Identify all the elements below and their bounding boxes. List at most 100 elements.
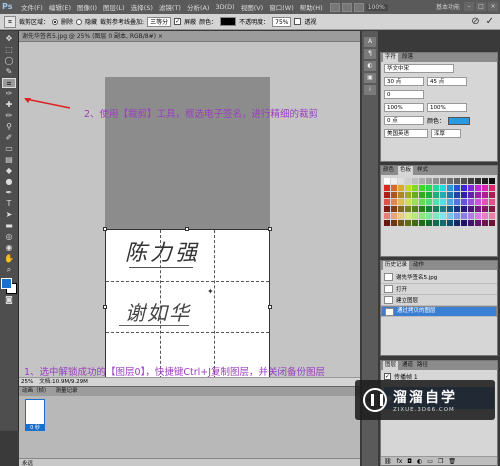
tab-history[interactable]: 历史记录 — [383, 261, 410, 270]
tab-styles[interactable]: 样式 — [417, 166, 428, 175]
menu-edit[interactable]: 编辑(E) — [46, 2, 74, 12]
shield-checkbox[interactable]: ✓ — [174, 18, 182, 25]
para-panel-icon[interactable]: ¶ — [364, 49, 376, 59]
menu-analysis[interactable]: 分析(A) — [184, 2, 213, 12]
swatch-cell[interactable] — [391, 192, 397, 198]
swatch-cell[interactable] — [482, 178, 488, 184]
hide-radio[interactable] — [76, 18, 83, 25]
move-icon[interactable]: ✥ — [2, 34, 16, 44]
text-color-swatch[interactable] — [448, 116, 471, 125]
tab-measurement[interactable]: 测量记录 — [56, 387, 78, 396]
swatch-cell[interactable] — [468, 192, 474, 198]
swatch-cell[interactable] — [391, 206, 397, 212]
3d-camera-icon[interactable]: ◉ — [2, 243, 16, 253]
horizontal-scale-input[interactable]: 100% — [427, 103, 467, 112]
swatch-cell[interactable] — [398, 199, 404, 205]
swatch-cell[interactable] — [475, 220, 481, 226]
mini-bridge-icon[interactable] — [341, 2, 352, 12]
swatch-cell[interactable] — [433, 206, 439, 212]
perspective-checkbox[interactable] — [294, 18, 302, 25]
swatch-cell[interactable] — [405, 192, 411, 198]
brush-icon[interactable]: ✏ — [2, 111, 16, 121]
swatch-cell[interactable] — [398, 206, 404, 212]
swatch-cell[interactable] — [468, 185, 474, 191]
swatch-cell[interactable] — [419, 206, 425, 212]
swatch-cell[interactable] — [426, 220, 432, 226]
crop-handle-r[interactable] — [268, 305, 272, 309]
delete-radio[interactable] — [52, 18, 59, 25]
propagate-checkbox[interactable]: ✓ — [384, 373, 391, 380]
quick-mask-icon[interactable]: ◙ — [2, 295, 16, 305]
new-layer-icon[interactable]: ❐ — [438, 457, 443, 465]
swatch-cell[interactable] — [461, 206, 467, 212]
swatch-cell[interactable] — [384, 213, 390, 219]
bridge-icon[interactable] — [329, 2, 340, 12]
menu-filter[interactable]: 滤镜(T) — [156, 2, 184, 12]
history-item-selected[interactable]: 通过拷贝的图层 — [381, 306, 497, 317]
swatch-cell[interactable] — [398, 213, 404, 219]
shape-icon[interactable]: ▬ — [2, 221, 16, 231]
mask-panel-icon[interactable]: ▣ — [364, 73, 376, 83]
zoom-tool-icon[interactable]: ⌕ — [2, 265, 16, 275]
swatch-cell[interactable] — [447, 220, 453, 226]
swatch-cell[interactable] — [384, 178, 390, 184]
swatch-cell[interactable] — [454, 220, 460, 226]
swatch-cell[interactable] — [447, 185, 453, 191]
foreground-color[interactable] — [1, 278, 12, 289]
guide-overlay-select[interactable]: 三等分 — [147, 16, 172, 27]
swatch-cell[interactable] — [433, 178, 439, 184]
swatch-cell[interactable] — [482, 192, 488, 198]
menu-view[interactable]: 视图(V) — [238, 2, 267, 12]
swatch-cell[interactable] — [475, 192, 481, 198]
link-icon[interactable]: ⛓ — [384, 457, 392, 465]
swatch-cell[interactable] — [454, 213, 460, 219]
tab-paragraph[interactable]: 段落 — [402, 53, 413, 62]
swatch-cell[interactable] — [489, 192, 495, 198]
swatch-cell[interactable] — [412, 220, 418, 226]
quick-select-icon[interactable]: ✎ — [2, 67, 16, 77]
animation-frame[interactable] — [25, 399, 45, 425]
close-button[interactable]: × — [488, 2, 498, 11]
swatch-cell[interactable] — [419, 192, 425, 198]
swatch-cell[interactable] — [412, 192, 418, 198]
swatch-cell[interactable] — [489, 199, 495, 205]
zoom-level[interactable]: 100% — [365, 3, 388, 11]
swatch-cell[interactable] — [461, 213, 467, 219]
swatch-cell[interactable] — [468, 199, 474, 205]
vertical-scale-input[interactable]: 100% — [384, 103, 424, 112]
swatch-cell[interactable] — [454, 206, 460, 212]
swatch-cell[interactable] — [384, 185, 390, 191]
crop-box[interactable] — [103, 227, 272, 387]
swatch-cell[interactable] — [440, 192, 446, 198]
tab-layers[interactable]: 图层 — [383, 361, 399, 370]
swatch-cell[interactable] — [447, 192, 453, 198]
char-panel-icon[interactable]: A — [364, 37, 376, 47]
swatch-cell[interactable] — [412, 185, 418, 191]
crop-handle-tr[interactable] — [268, 227, 272, 231]
swatch-cell[interactable] — [384, 192, 390, 198]
swatch-cell[interactable] — [482, 220, 488, 226]
dodge-icon[interactable]: ● — [2, 177, 16, 187]
color-swatches[interactable] — [1, 278, 17, 294]
document-tab[interactable]: 谢先华签名5.jpg @ 25% (图层 0 副本, RGB/8#) × — [19, 31, 360, 42]
path-select-icon[interactable]: ➤ — [2, 210, 16, 220]
swatch-cell[interactable] — [447, 178, 453, 184]
swatch-cell[interactable] — [482, 199, 488, 205]
minimize-button[interactable]: – — [464, 2, 474, 11]
swatch-cell[interactable] — [405, 185, 411, 191]
swatch-cell[interactable] — [426, 178, 432, 184]
tab-actions[interactable]: 动作 — [413, 261, 424, 270]
menu-select[interactable]: 选择(S) — [128, 2, 156, 12]
swatch-cell[interactable] — [468, 220, 474, 226]
swatch-cell[interactable] — [433, 213, 439, 219]
swatch-cell[interactable] — [419, 185, 425, 191]
swatch-cell[interactable] — [461, 220, 467, 226]
gradient-icon[interactable]: ▤ — [2, 155, 16, 165]
swatch-cell[interactable] — [405, 206, 411, 212]
language-select[interactable]: 美国英语 — [384, 129, 428, 138]
swatch-cell[interactable] — [405, 178, 411, 184]
swatch-cell[interactable] — [461, 199, 467, 205]
history-item[interactable]: 打开 — [381, 284, 497, 295]
workspace-switcher[interactable]: 基本功能 — [436, 2, 460, 11]
lasso-icon[interactable]: ◯ — [2, 56, 16, 66]
